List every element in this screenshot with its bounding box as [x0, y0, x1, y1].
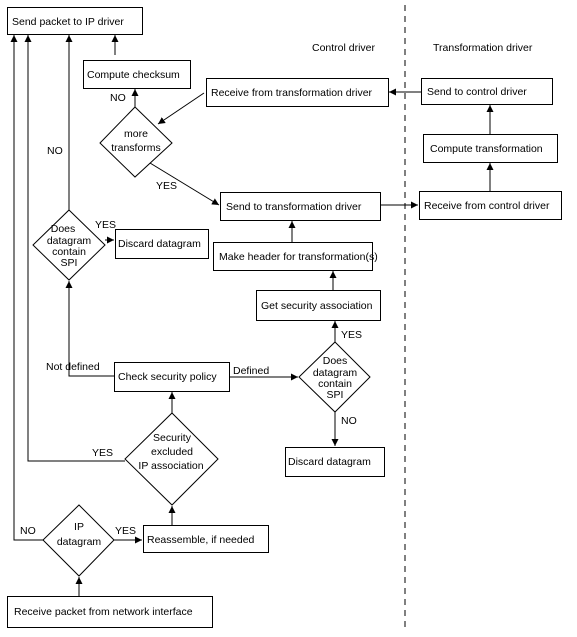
- decision-ip-datagram: IP datagram: [42, 504, 115, 577]
- svg-text:Receive packet from network i: Receive packet from network interface: [14, 606, 193, 618]
- box-send-control: Send to control driver: [421, 78, 553, 105]
- box-compute-transform: Compute transformation: [423, 134, 558, 163]
- flowchart: Control driver Transformation driver Sen…: [7, 5, 562, 632]
- svg-text:Security: Security: [153, 432, 192, 444]
- box-checksum: Compute checksum: [83, 60, 191, 89]
- svg-text:more: more: [124, 128, 148, 140]
- box-get-sa: Get security association: [256, 290, 381, 321]
- decision-more-transforms: more transforms: [99, 106, 173, 178]
- box-recv-control: Receive from control driver: [419, 191, 562, 220]
- svg-text:Reassemble, if needed: Reassemble, if needed: [147, 534, 255, 546]
- svg-text:Discard datagram: Discard datagram: [288, 456, 371, 468]
- box-discard-left: Discard datagram: [115, 229, 209, 259]
- svg-text:Make header for transformation: Make header for transformation(s): [219, 251, 378, 263]
- label-yes-excluded: YES: [92, 447, 113, 459]
- svg-text:Send to transformation driver: Send to transformation driver: [226, 201, 362, 213]
- label-yes-spi-right: YES: [341, 329, 362, 341]
- label-yes-ip: YES: [115, 525, 136, 537]
- svg-text:datagram: datagram: [57, 536, 102, 548]
- svg-text:Get security association: Get security association: [261, 300, 373, 312]
- arrow-recv-more: [157, 92, 205, 125]
- svg-text:Compute transformation: Compute transformation: [430, 143, 543, 155]
- svg-text:excluded: excluded: [151, 446, 193, 458]
- lane-label-control: Control driver: [312, 42, 376, 54]
- label-no-spi-right: NO: [341, 415, 357, 427]
- svg-text:IP association: IP association: [138, 460, 203, 472]
- box-recv-packet: Receive packet from network interface: [7, 596, 213, 628]
- label-no-spi-left: NO: [47, 145, 63, 157]
- box-check-policy: Check security policy: [114, 362, 230, 392]
- box-discard-right: Discard datagram: [285, 447, 385, 477]
- label-defined: Defined: [233, 365, 269, 377]
- svg-text:IP: IP: [74, 521, 84, 533]
- label-yes-more: YES: [156, 180, 177, 192]
- box-send-ip: Send packet to IP driver: [7, 7, 143, 35]
- lane-label-transformation: Transformation driver: [433, 42, 533, 54]
- decision-spi-right: Does datagram contain SPI: [298, 341, 371, 413]
- svg-text:Send to control driver: Send to control driver: [427, 86, 527, 98]
- svg-text:Discard datagram: Discard datagram: [118, 238, 201, 250]
- box-reassemble: Reassemble, if needed: [143, 525, 269, 553]
- label-yes-spi-left: YES: [95, 219, 116, 231]
- label-no-ip: NO: [20, 525, 36, 537]
- box-send-transform: Send to transformation driver: [220, 192, 381, 221]
- box-make-header: Make header for transformation(s): [213, 242, 378, 271]
- decision-security-excluded: Security excluded IP association: [124, 412, 219, 506]
- box-recv-transform: Receive from transformation driver: [206, 78, 389, 107]
- svg-text:Compute checksum: Compute checksum: [87, 69, 180, 81]
- svg-text:Does: Does: [51, 223, 76, 235]
- label-no-checksum: NO: [110, 92, 126, 104]
- svg-text:Receive from transformation dr: Receive from transformation driver: [211, 87, 373, 99]
- svg-text:Receive from control driver: Receive from control driver: [424, 200, 550, 212]
- svg-text:Send packet to IP driver: Send packet to IP driver: [12, 16, 124, 28]
- svg-text:SPI: SPI: [327, 389, 344, 401]
- svg-text:SPI: SPI: [61, 257, 78, 269]
- svg-text:transforms: transforms: [111, 142, 161, 154]
- label-not-defined: Not defined: [46, 361, 100, 373]
- svg-text:Does: Does: [323, 355, 348, 367]
- svg-text:Check security policy: Check security policy: [118, 371, 217, 383]
